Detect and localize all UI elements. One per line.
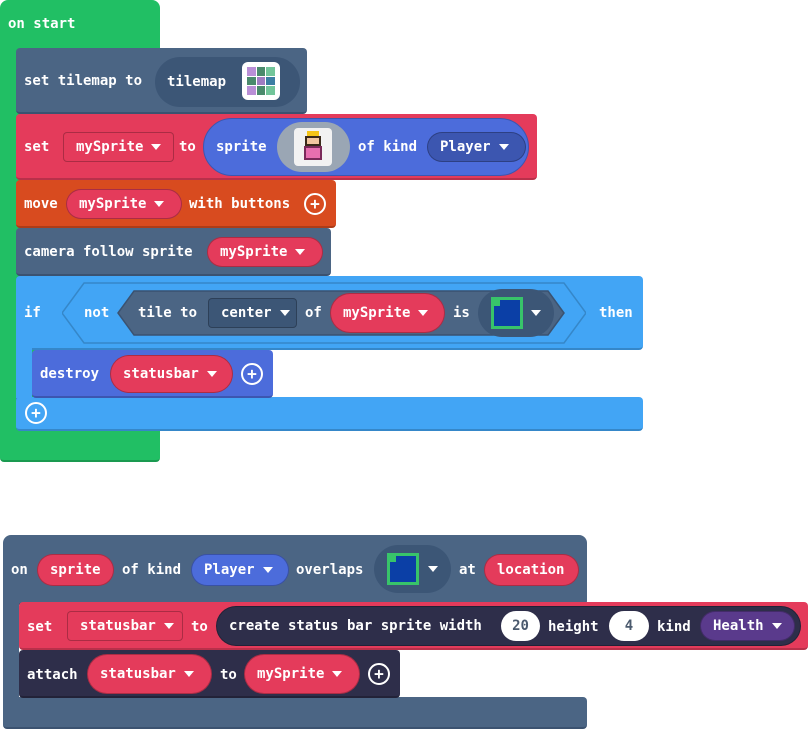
expand-plus-icon[interactable]: + <box>368 663 390 685</box>
tilemap-label: tilemap <box>167 74 227 90</box>
attach-label: attach <box>27 667 78 683</box>
of-label: of <box>305 305 322 321</box>
is-label: is <box>453 305 470 321</box>
chevron-down-icon <box>771 623 782 629</box>
then-label: then <box>599 305 633 321</box>
location-dropdown-center[interactable]: center <box>208 298 297 328</box>
chevron-down-icon <box>154 201 165 207</box>
kind-dropdown-player[interactable]: Player <box>427 132 526 162</box>
variable-dropdown-statusbar[interactable]: statusbar <box>110 355 233 393</box>
variable-dropdown-statusbar[interactable]: statusbar <box>67 611 183 641</box>
chevron-down-icon <box>206 371 217 377</box>
chevron-down-icon <box>498 144 509 150</box>
kind-label: kind <box>657 619 691 635</box>
width-number-input[interactable]: 20 <box>501 611 540 641</box>
variable-dropdown-mysprite[interactable]: mySprite <box>330 293 445 333</box>
variable-dropdown-mysprite[interactable]: mySprite <box>66 189 182 219</box>
on-start-label: on start <box>8 16 76 32</box>
variable-dropdown-mysprite[interactable]: mySprite <box>244 654 360 694</box>
tile-swatch-icon <box>387 553 419 585</box>
camera-follow-label: camera follow sprite <box>24 244 193 260</box>
move-label: move <box>24 196 58 212</box>
sprite-param-pill[interactable]: sprite <box>37 554 114 586</box>
overlap-event-footer <box>3 697 587 729</box>
at-label: at <box>459 562 476 578</box>
set-label: set <box>27 619 53 635</box>
tilemap-thumbnail-icon[interactable] <box>242 62 280 100</box>
variable-dropdown-statusbar[interactable]: statusbar <box>87 654 212 694</box>
to-label: to <box>191 619 208 635</box>
chevron-down-icon <box>428 566 438 572</box>
if-label: if <box>24 305 41 321</box>
with-buttons-label: with buttons <box>189 196 291 212</box>
if-block-footer <box>16 397 643 431</box>
of-kind-label: of kind <box>358 139 418 155</box>
of-kind-label: of kind <box>122 562 182 578</box>
chevron-down-icon <box>151 144 162 150</box>
chevron-down-icon <box>332 671 343 677</box>
not-label: not <box>84 305 110 321</box>
chevron-down-icon <box>418 310 429 316</box>
kind-dropdown-player[interactable]: Player <box>191 554 289 586</box>
chevron-down-icon <box>163 623 174 629</box>
variable-dropdown-mysprite[interactable]: mySprite <box>207 237 323 267</box>
to-label: to <box>220 667 237 683</box>
kind-dropdown-health[interactable]: Health <box>700 611 795 641</box>
tile-to-label: tile to <box>138 305 198 321</box>
chevron-down-icon <box>262 567 273 573</box>
add-else-plus-icon[interactable]: + <box>25 402 47 424</box>
set-tilemap-label: set tilemap to <box>24 73 143 89</box>
to-label: to <box>179 139 196 155</box>
if-block-side <box>16 340 32 400</box>
expand-plus-icon[interactable]: + <box>304 193 326 215</box>
chevron-down-icon <box>295 249 306 255</box>
chevron-down-icon <box>279 310 290 316</box>
overlap-event-side <box>3 600 19 705</box>
overlaps-label: overlaps <box>296 562 364 578</box>
set-label: set <box>24 139 50 155</box>
princess-sprite-icon <box>294 128 332 166</box>
location-param-pill[interactable]: location <box>484 554 579 586</box>
height-number-input[interactable]: 4 <box>609 611 649 641</box>
chevron-down-icon <box>183 671 194 677</box>
on-label: on <box>11 562 28 578</box>
destroy-label: destroy <box>40 366 100 382</box>
variable-dropdown-mysprite[interactable]: mySprite <box>63 132 174 162</box>
chevron-down-icon <box>531 310 541 316</box>
expand-plus-icon[interactable]: + <box>241 363 263 385</box>
height-label: height <box>548 619 599 635</box>
sprite-label: sprite <box>216 139 267 155</box>
tile-swatch-icon <box>491 297 523 329</box>
